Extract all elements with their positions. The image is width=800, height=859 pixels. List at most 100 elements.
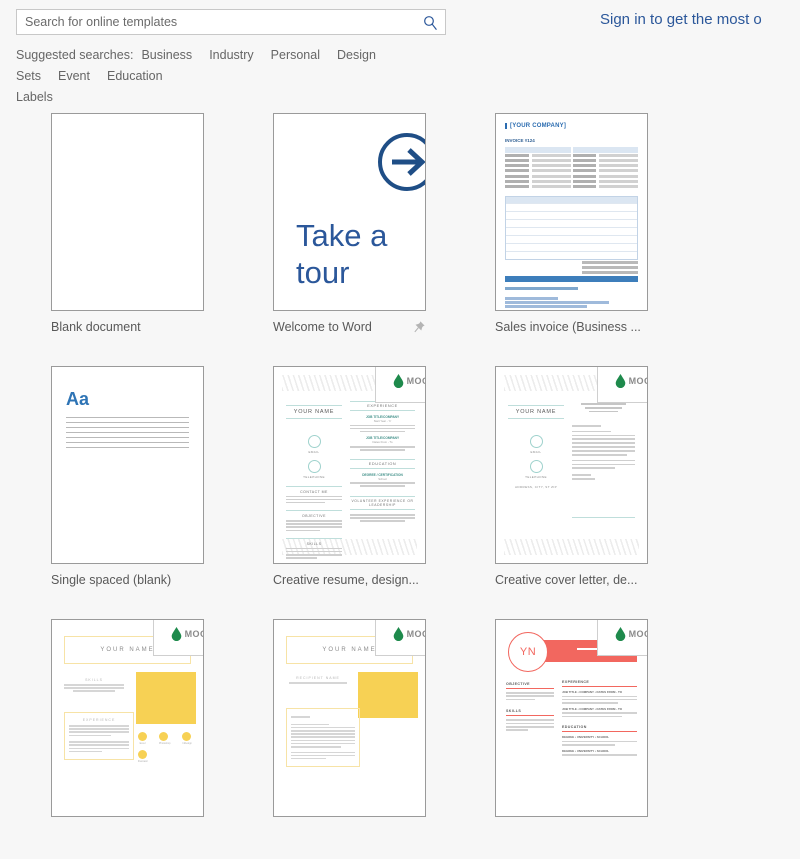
template-card-creative-cover-letter[interactable]: YOUR NAME EMAIL TELEPHONE ADDRESS, CITY,… [495, 366, 648, 588]
circle-arrow-right-icon [378, 133, 425, 191]
moo-droplet-icon [615, 627, 625, 641]
suggested-search-industry[interactable]: Industry [209, 48, 253, 62]
moo-brand-badge: MOO [153, 620, 203, 656]
degree-title: DEGREE • UNIVERSITY • SCHOOL [562, 735, 610, 740]
template-row: YOUR NAME SKILLS EXPERIENCE Excel Photos… [0, 606, 800, 859]
template-card-blank-document[interactable]: Blank document [51, 113, 204, 335]
letter-left-column: EMAIL TELEPHONE ADDRESS, CITY, ST ZIP [508, 429, 564, 489]
search-button[interactable] [415, 10, 445, 34]
moo-droplet-icon [615, 374, 625, 388]
template-thumbnail[interactable]: YOUR NAME EMAIL TELEPHONE CONTACT ME OBJ… [273, 366, 426, 564]
moo-brand-badge: MOO [375, 367, 425, 403]
school-name: School [378, 476, 387, 481]
template-row: Blank document Take a tour Welcome to Wo… [0, 100, 800, 353]
invoice-footer [505, 297, 638, 308]
document-lines-preview [66, 417, 189, 452]
template-thumbnail[interactable]: YN OBJECTIVE SKILLS EXPERIENCE JOB TITLE… [495, 619, 648, 817]
blank-page-preview [52, 114, 203, 310]
template-caption[interactable]: Welcome to Word [273, 320, 372, 334]
section-heading: SKILLS [85, 678, 103, 682]
search-box[interactable] [16, 9, 446, 35]
template-thumbnail[interactable]: YOUR NAME EMAIL TELEPHONE ADDRESS, CITY,… [495, 366, 648, 564]
template-card-welcome-to-word[interactable]: Take a tour Welcome to Word [273, 113, 426, 335]
template-card-single-spaced[interactable]: Aa Single spaced (blank) [51, 366, 204, 588]
section-rule [506, 687, 554, 690]
template-card-red-resume[interactable]: YN OBJECTIVE SKILLS EXPERIENCE JOB TITLE… [495, 619, 648, 817]
resume-left-column: EMAIL TELEPHONE CONTACT ME OBJECTIVE SKI… [286, 429, 342, 560]
job-date: Start Year - Yr [373, 419, 392, 423]
skill-caption: Excel [139, 742, 146, 745]
invoice-company-name: [YOUR COMPANY] [505, 123, 638, 129]
moo-brand-text: MOO [628, 376, 647, 386]
letter-body [286, 708, 360, 768]
contact-caption: TELEPHONE [303, 475, 325, 479]
template-search-header: Sign in to get the most o Suggested sear… [0, 0, 800, 104]
invoice-totals [505, 261, 638, 274]
yellow-resume-preview: YOUR NAME SKILLS EXPERIENCE Excel Photos… [52, 620, 203, 816]
search-input[interactable] [17, 10, 415, 34]
template-card-yellow-resume[interactable]: YOUR NAME SKILLS EXPERIENCE Excel Photos… [51, 619, 204, 817]
creative-letter-preview: YOUR NAME EMAIL TELEPHONE ADDRESS, CITY,… [496, 367, 647, 563]
resume-right-column: EXPERIENCE JOB TITLE • COMPANY • DATES F… [562, 680, 637, 757]
template-caption[interactable]: Blank document [51, 320, 141, 334]
template-caption[interactable]: Sales invoice (Business ... [495, 320, 641, 334]
section-heading: CONTACT ME [286, 486, 342, 494]
template-thumbnail[interactable]: [YOUR COMPANY] INVOICE #124 [495, 113, 648, 311]
skill-dot-icon [138, 732, 147, 741]
tour-text-line2: tour [296, 255, 350, 290]
contact-block [358, 672, 418, 718]
skill-dot-icon [182, 732, 192, 741]
template-grid: Blank document Take a tour Welcome to Wo… [0, 100, 800, 859]
email-icon [307, 435, 321, 448]
suggested-searches: Suggested searches: Business Industry Perso… [16, 45, 536, 108]
skills-section: SKILLS [64, 678, 124, 692]
template-caption[interactable]: Single spaced (blank) [51, 573, 171, 587]
invoice-title: INVOICE #124 [505, 138, 535, 143]
template-card-sales-invoice[interactable]: [YOUR COMPANY] INVOICE #124 Sales invoic… [495, 113, 648, 335]
moo-brand-text: MOO [406, 629, 425, 639]
resume-name-placeholder: YOUR NAME [286, 405, 342, 419]
experience-section: EXPERIENCE [64, 712, 134, 760]
section-heading: SKILLS [506, 709, 522, 714]
template-caption[interactable]: Creative cover letter, de... [495, 573, 637, 587]
template-thumbnail[interactable] [51, 113, 204, 311]
pin-icon[interactable] [412, 320, 426, 334]
template-thumbnail[interactable]: YOUR NAME RECIPIENT NAME MO [273, 619, 426, 817]
job-date: Dates From - To [372, 440, 393, 445]
template-card-yellow-cover-letter[interactable]: YOUR NAME RECIPIENT NAME MO [273, 619, 426, 817]
template-caption-row: Blank document [51, 319, 204, 335]
skill-caption: InDesign [182, 742, 192, 745]
tour-text-line1: Take a [296, 218, 388, 253]
template-caption[interactable]: Creative resume, design... [273, 573, 419, 587]
job-title: JOB TITLE • COMPANY • DATES FROM - TO [562, 706, 622, 711]
search-icon [423, 15, 437, 30]
resume-left-column: OBJECTIVE SKILLS [506, 682, 554, 732]
invoice-total-bar [505, 276, 638, 282]
phone-icon [529, 460, 543, 473]
moo-brand-text: MOO [406, 376, 425, 386]
section-heading: EDUCATION [562, 725, 587, 730]
template-caption-row: Sales invoice (Business ... [495, 319, 648, 335]
skill-caption: Photoshop [159, 742, 171, 745]
sign-in-link[interactable]: Sign in to get the most o [600, 11, 762, 28]
section-heading: RECIPIENT NAME [296, 676, 340, 680]
letter-recipient-block [572, 403, 635, 414]
suggested-search-event[interactable]: Event [58, 69, 90, 83]
sample-text-aa: Aa [66, 389, 90, 409]
skill-dot-icon [138, 750, 147, 759]
moo-brand-text: MOO [184, 629, 203, 639]
suggested-search-business[interactable]: Business [141, 48, 192, 62]
suggested-searches-label: Suggested searches: [16, 48, 134, 62]
template-thumbnail[interactable]: Aa [51, 366, 204, 564]
contact-caption: EMAIL [530, 450, 542, 454]
suggested-search-personal[interactable]: Personal [271, 48, 320, 62]
suggested-search-education[interactable]: Education [107, 69, 163, 83]
section-rule [562, 730, 637, 733]
template-card-creative-resume[interactable]: YOUR NAME EMAIL TELEPHONE CONTACT ME OBJ… [273, 366, 426, 588]
moo-brand-badge: MOO [597, 367, 647, 403]
template-thumbnail[interactable]: Take a tour [273, 113, 426, 311]
template-thumbnail[interactable]: YOUR NAME SKILLS EXPERIENCE Excel Photos… [51, 619, 204, 817]
template-caption-row: Welcome to Word [273, 319, 426, 335]
section-heading: EXPERIENCE [562, 680, 590, 684]
invoice-line-items-table [505, 196, 638, 260]
